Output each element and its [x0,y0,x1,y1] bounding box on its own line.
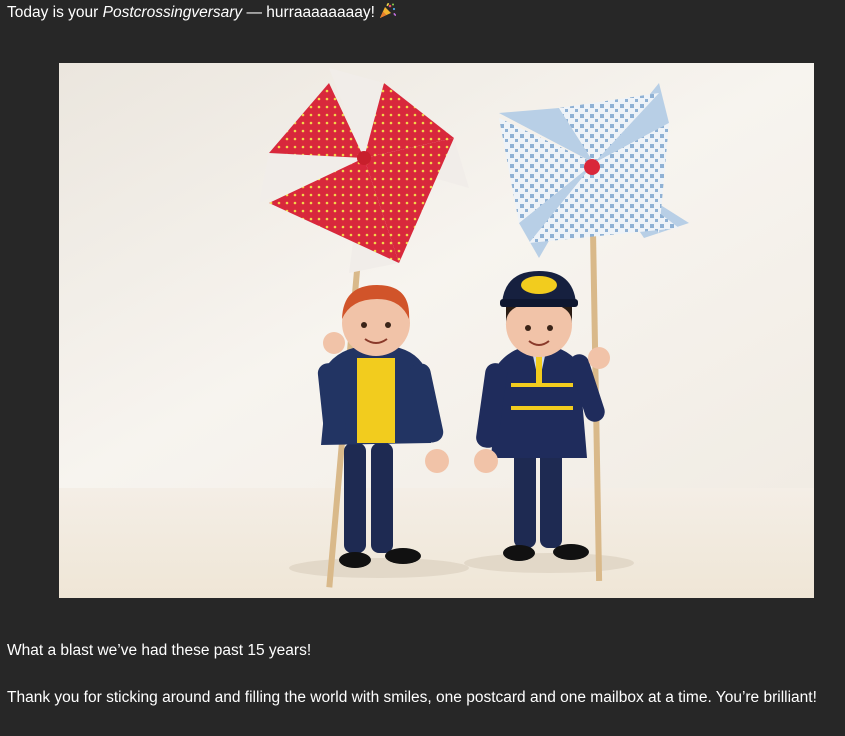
figure-shadow-right [464,553,634,573]
headline-prefix: Today is your [7,4,103,21]
figure-shadow-left [289,558,469,578]
celebration-photo [59,63,814,598]
photo-illustration [59,63,814,598]
headline: Today is your Postcrossingversary — hurr… [7,2,397,25]
photo-floor [59,488,814,598]
headline-emphasis: Postcrossingversary [102,4,243,21]
message-paragraph-1: What a blast we’ve had these past 15 yea… [7,642,312,659]
email-body: Today is your Postcrossingversary — hurr… [0,0,845,736]
message-paragraph-2: Thank you for sticking around and fillin… [7,689,817,706]
party-popper-icon [379,2,397,25]
headline-suffix: — hurraaaaaaaay! [242,4,375,21]
